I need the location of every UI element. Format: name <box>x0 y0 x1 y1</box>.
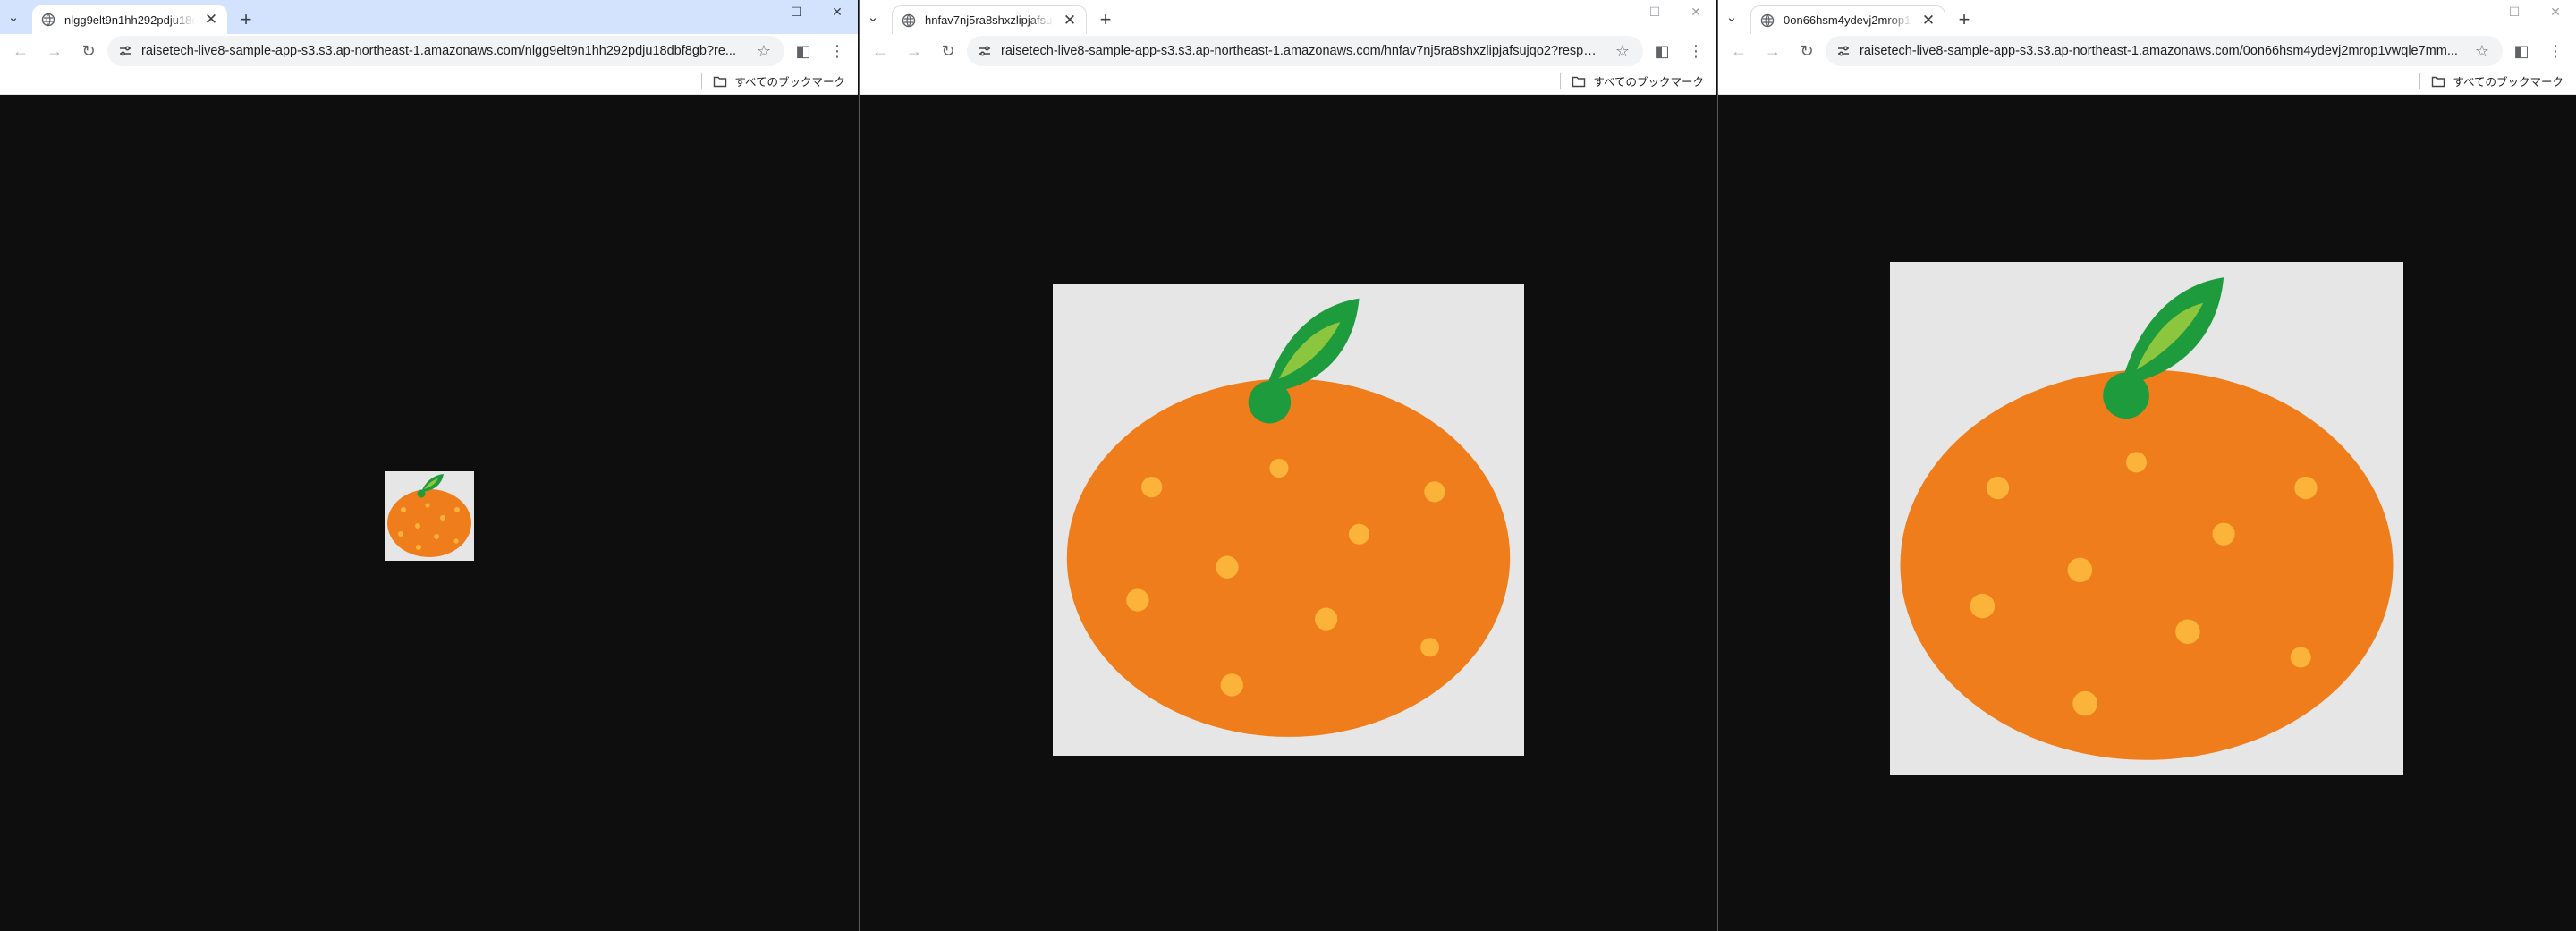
browser-chrome: ⌄ 0on66hsm4ydevj2mrop1vwqle7mm?response-… <box>1718 0 2576 95</box>
globe-icon <box>902 13 916 27</box>
browser-window-3: ⌄ 0on66hsm4ydevj2mrop1vwqle7mm?response-… <box>1717 0 2576 931</box>
tab-strip: ⌄ hnfav7nj5ra8shxzlipjafsujqo2?response-… <box>860 0 1716 34</box>
address-bar[interactable]: raisetech-live8-sample-app-s3.s3.ap-nort… <box>1826 36 2503 66</box>
folder-icon <box>1572 76 1586 87</box>
address-bar[interactable]: raisetech-live8-sample-app-s3.s3.ap-nort… <box>967 36 1643 66</box>
minimize-icon[interactable]: — <box>1593 0 1634 23</box>
arrow-left-icon[interactable]: ← <box>865 36 895 66</box>
close-icon[interactable]: ✕ <box>1921 13 1936 28</box>
toolbar: ← → ↻ raisetech-live8-sample-app-s3.s3.a… <box>1718 34 2576 68</box>
bookmarks-bar: すべてのブックマーク <box>860 68 1716 95</box>
chevron-down-icon[interactable]: ⌄ <box>0 0 27 34</box>
chevron-down-icon[interactable]: ⌄ <box>860 0 886 34</box>
page-viewport <box>860 108 1716 931</box>
mandarin-orange-image <box>385 471 474 561</box>
mandarin-orange-illustration <box>1053 284 1524 756</box>
mandarin-orange-image <box>1053 284 1524 756</box>
tune-icon[interactable] <box>118 44 132 58</box>
star-icon[interactable]: ☆ <box>2467 36 2497 66</box>
maximize-icon[interactable]: ☐ <box>1634 0 1675 23</box>
globe-icon <box>41 13 55 27</box>
browser-tab[interactable]: nlgg9elt9n1hh292pdju18dbf8gb?response-co… <box>32 5 227 34</box>
globe-icon <box>1760 13 1775 27</box>
maximize-icon[interactable]: ☐ <box>2494 0 2535 23</box>
bookmarks-label: すべてのブックマーク <box>2453 76 2563 89</box>
tab-strip: ⌄ nlgg9elt9n1hh292pdju18dbf8gb?response-… <box>0 0 858 34</box>
browser-window-1: ⌄ nlgg9elt9n1hh292pdju18dbf8gb?response-… <box>0 0 858 931</box>
tab-title: hnfav7nj5ra8shxzlipjafsujqo2?response-co… <box>925 13 1054 27</box>
close-icon[interactable]: ✕ <box>1063 13 1077 28</box>
bookmarks-label: すべてのブックマーク <box>734 76 845 89</box>
side-panel-icon[interactable]: ◧ <box>1647 36 1677 66</box>
reload-icon[interactable]: ↻ <box>933 36 963 66</box>
window-close-icon[interactable]: ✕ <box>1675 0 1716 23</box>
kebab-menu-icon[interactable]: ⋮ <box>1681 36 1711 66</box>
bookmarks-bar: すべてのブックマーク <box>0 68 858 95</box>
address-bar[interactable]: raisetech-live8-sample-app-s3.s3.ap-nort… <box>107 36 784 66</box>
browser-chrome: ⌄ hnfav7nj5ra8shxzlipjafsujqo2?response-… <box>860 0 1716 95</box>
arrow-left-icon[interactable]: ← <box>5 36 36 66</box>
close-icon[interactable]: ✕ <box>204 12 218 27</box>
maximize-icon[interactable]: ☐ <box>775 0 817 23</box>
mandarin-orange-image <box>1890 262 2403 775</box>
toolbar: ← → ↻ raisetech-live8-sample-app-s3.s3.a… <box>0 34 858 68</box>
all-bookmarks-folder[interactable]: すべてのブックマーク <box>1572 72 1704 89</box>
minimize-icon[interactable]: — <box>2453 0 2494 23</box>
mandarin-orange-illustration <box>385 471 474 561</box>
side-panel-icon[interactable]: ◧ <box>2506 36 2537 66</box>
divider <box>701 72 703 89</box>
tab-title: nlgg9elt9n1hh292pdju18dbf8gb?response-co… <box>64 13 195 27</box>
window-close-icon[interactable]: ✕ <box>2535 0 2576 23</box>
chevron-down-icon[interactable]: ⌄ <box>1718 0 1745 34</box>
all-bookmarks-folder[interactable]: すべてのブックマーク <box>2431 72 2563 89</box>
toolbar: ← → ↻ raisetech-live8-sample-app-s3.s3.a… <box>860 34 1716 68</box>
tab-strip: ⌄ 0on66hsm4ydevj2mrop1vwqle7mm?response-… <box>1718 0 2576 34</box>
tab-title: 0on66hsm4ydevj2mrop1vwqle7mm?response-co… <box>1784 13 1912 27</box>
reload-icon[interactable]: ↻ <box>1792 36 1822 66</box>
url-text: raisetech-live8-sample-app-s3.s3.ap-nort… <box>1001 44 1598 58</box>
side-panel-icon[interactable]: ◧ <box>788 36 818 66</box>
page-viewport <box>0 101 858 931</box>
window-controls: — ☐ ✕ <box>1593 0 1716 23</box>
all-bookmarks-folder[interactable]: すべてのブックマーク <box>713 72 845 89</box>
window-controls: — ☐ ✕ <box>734 0 858 23</box>
mandarin-orange-illustration <box>1890 262 2403 775</box>
url-text: raisetech-live8-sample-app-s3.s3.ap-nort… <box>141 44 736 58</box>
window-close-icon[interactable]: ✕ <box>817 0 858 23</box>
kebab-menu-icon[interactable]: ⋮ <box>822 36 852 66</box>
kebab-menu-icon[interactable]: ⋮ <box>2540 36 2571 66</box>
folder-icon <box>714 76 727 87</box>
desktop: ⌄ nlgg9elt9n1hh292pdju18dbf8gb?response-… <box>0 0 2576 931</box>
arrow-right-icon[interactable]: → <box>1758 36 1788 66</box>
url-text: raisetech-live8-sample-app-s3.s3.ap-nort… <box>1860 44 2458 58</box>
browser-window-2: ⌄ hnfav7nj5ra8shxzlipjafsujqo2?response-… <box>859 0 1716 931</box>
arrow-right-icon[interactable]: → <box>39 36 70 66</box>
minimize-icon[interactable]: — <box>734 0 775 23</box>
bookmarks-bar: すべてのブックマーク <box>1718 68 2576 95</box>
bookmarks-label: すべてのブックマーク <box>1593 76 1704 89</box>
divider <box>1560 72 1562 89</box>
window-controls: — ☐ ✕ <box>2453 0 2576 23</box>
arrow-right-icon[interactable]: → <box>899 36 929 66</box>
browser-tab[interactable]: hnfav7nj5ra8shxzlipjafsujqo2?response-co… <box>892 5 1087 34</box>
divider <box>2419 72 2421 89</box>
plus-icon[interactable]: + <box>1090 5 1121 34</box>
tune-icon[interactable] <box>978 44 992 58</box>
browser-tab[interactable]: 0on66hsm4ydevj2mrop1vwqle7mm?response-co… <box>1750 5 1945 34</box>
tune-icon[interactable] <box>1836 44 1851 58</box>
star-icon[interactable]: ☆ <box>1607 36 1638 66</box>
plus-icon[interactable]: + <box>231 5 261 34</box>
plus-icon[interactable]: + <box>1949 5 1979 34</box>
page-viewport <box>1718 108 2576 931</box>
reload-icon[interactable]: ↻ <box>73 36 104 66</box>
arrow-left-icon[interactable]: ← <box>1724 36 1754 66</box>
browser-chrome: ⌄ nlgg9elt9n1hh292pdju18dbf8gb?response-… <box>0 0 858 95</box>
folder-icon <box>2432 76 2445 87</box>
star-icon[interactable]: ☆ <box>749 36 779 66</box>
